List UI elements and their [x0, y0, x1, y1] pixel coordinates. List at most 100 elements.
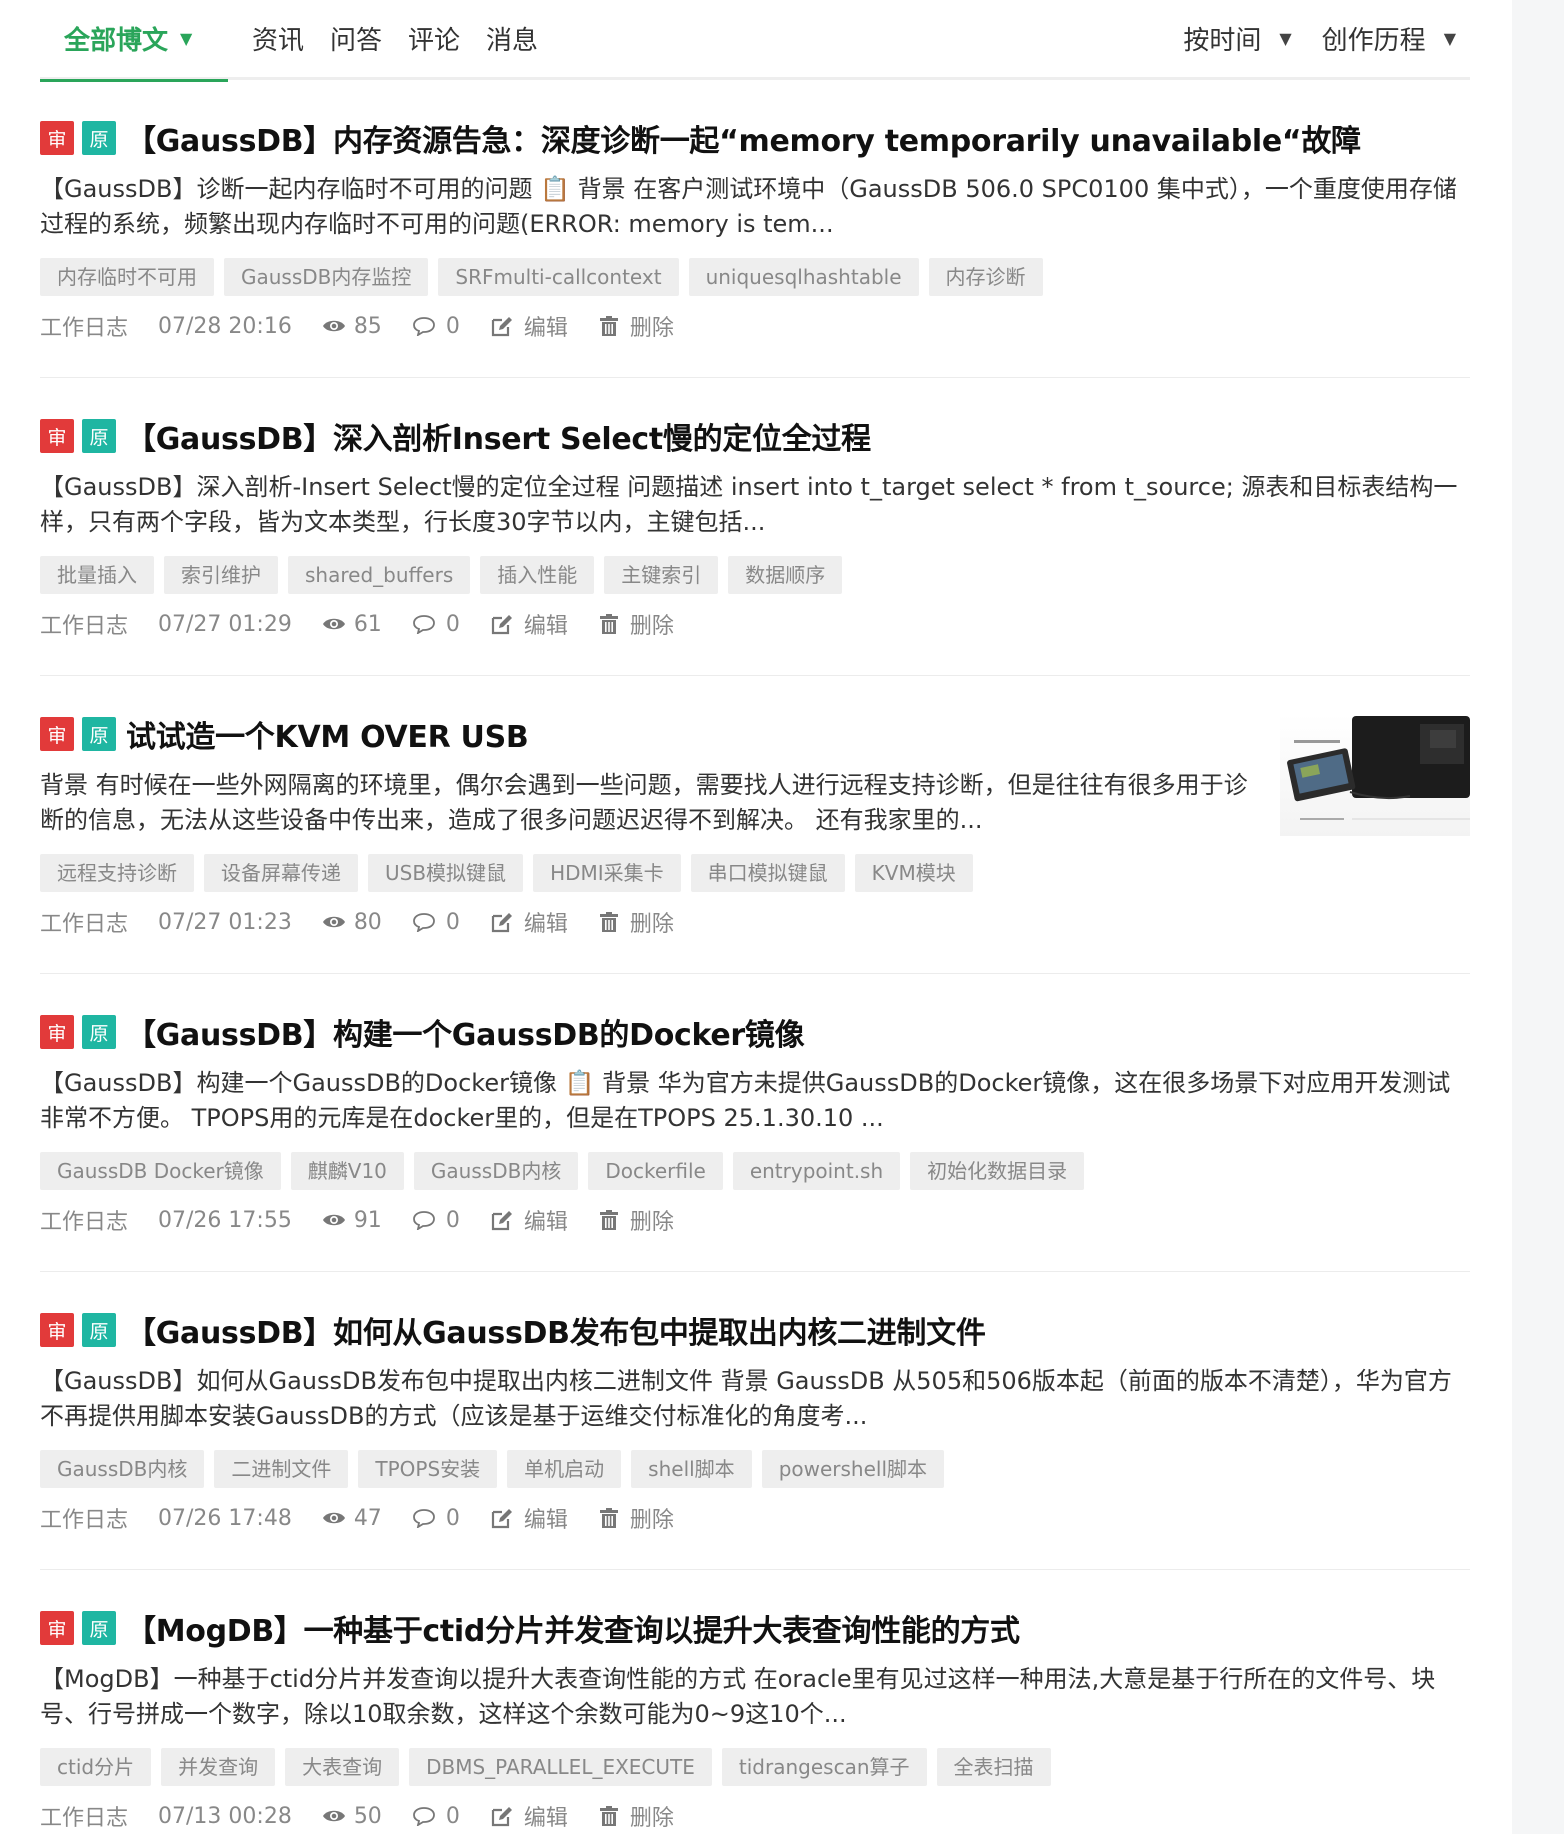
delete-label: 删除 — [629, 1508, 674, 1533]
article-tags: 批量插入 索引维护 shared_buffers 插入性能 主键索引 数据顺序 — [40, 556, 1470, 594]
tab-label: 问答 — [330, 26, 383, 56]
edit-button[interactable]: 编辑 — [490, 608, 568, 640]
page-gutter — [1512, 0, 1564, 1834]
article-title[interactable]: 【GaussDB】深入剖析Insert Select慢的定位全过程 — [126, 414, 871, 458]
tab-comments[interactable]: 评论 — [408, 0, 460, 79]
view-count-value: 50 — [353, 1803, 382, 1829]
article-title[interactable]: 【MogDB】一种基于ctid分片并发查询以提升大表查询性能的方式 — [126, 1606, 1020, 1650]
article-tag[interactable]: 二进制文件 — [214, 1450, 349, 1488]
article-tag[interactable]: GaussDB Docker镜像 — [40, 1152, 281, 1190]
article-tag[interactable]: Dockerfile — [588, 1152, 723, 1190]
edit-label: 编辑 — [523, 912, 568, 937]
article-tag[interactable]: 主键索引 — [604, 556, 719, 594]
comment-icon — [412, 1211, 435, 1230]
article-category: 工作日志 — [40, 912, 129, 937]
edit-label: 编辑 — [523, 1806, 568, 1831]
article-tag[interactable]: 麒麟V10 — [290, 1152, 404, 1190]
comment-count: 0 — [412, 910, 460, 935]
article-tag[interactable]: SRFmulti-callcontext — [438, 258, 679, 296]
article-title[interactable]: 【GaussDB】内存资源告急：深度诊断一起“memory temporaril… — [126, 116, 1361, 160]
tab-qa[interactable]: 问答 — [330, 0, 382, 79]
tab-all-posts[interactable]: 全部博文 ▼ — [40, 0, 228, 82]
article-meta: 工作日志 07/13 00:28 50 0 编辑 删除 — [40, 1796, 1470, 1834]
article-tag[interactable]: GaussDB内存监控 — [224, 258, 429, 296]
original-badge: 原 — [82, 419, 116, 453]
creation-history-dropdown[interactable]: 创作历程 ▼ — [1322, 20, 1456, 57]
trash-icon — [599, 912, 618, 932]
article-tag[interactable]: uniquesqlhashtable — [688, 258, 919, 296]
article-tag[interactable]: USB模拟键鼠 — [368, 854, 524, 892]
tab-news[interactable]: 资讯 — [252, 0, 304, 79]
view-count-value: 61 — [353, 611, 382, 637]
article-tag[interactable]: DBMS_PARALLEL_EXECUTE — [409, 1748, 712, 1786]
article-tags: GaussDB内核 二进制文件 TPOPS安装 单机启动 shell脚本 powershe… — [40, 1450, 1470, 1488]
article-tag[interactable]: TPOPS安装 — [358, 1450, 498, 1488]
article-summary: 【GaussDB】构建一个GaussDB的Docker镜像 📋 背景 华为官方未… — [40, 1069, 1451, 1132]
article-title-row: 审 原 试试造一个KVM OVER USB — [40, 712, 1470, 756]
article-tags: 远程支持诊断 设备屏幕传递 USB模拟键鼠 HDMI采集卡 串口模拟键鼠 KVM模块 — [40, 854, 1470, 892]
original-badge: 原 — [82, 121, 116, 155]
article-tag[interactable]: 索引维护 — [164, 556, 278, 594]
article-tag[interactable]: entrypoint.sh — [732, 1152, 901, 1190]
eye-icon — [322, 320, 345, 332]
article-tags: ctid分片 并发查询 大表查询 DBMS_PARALLEL_EXECUTE tidra… — [40, 1748, 1470, 1786]
article-tag[interactable]: shell脚本 — [631, 1450, 752, 1488]
article-tag[interactable]: 初始化数据目录 — [910, 1152, 1085, 1190]
article-title[interactable]: 【GaussDB】如何从GaussDB发布包中提取出内核二进制文件 — [126, 1308, 986, 1352]
edit-button[interactable]: 编辑 — [490, 1800, 568, 1832]
article-tag[interactable]: 全表扫描 — [936, 1748, 1051, 1786]
article-tag[interactable]: 插入性能 — [480, 556, 595, 594]
edit-button[interactable]: 编辑 — [490, 1502, 568, 1534]
view-count-value: 91 — [353, 1207, 382, 1233]
trash-icon — [599, 316, 618, 336]
edit-button[interactable]: 编辑 — [490, 906, 568, 938]
article-tag[interactable]: HDMI采集卡 — [533, 854, 681, 892]
article-tag[interactable]: 并发查询 — [161, 1748, 276, 1786]
delete-button[interactable]: 删除 — [598, 608, 674, 640]
article-item: 审 原 【GaussDB】如何从GaussDB发布包中提取出内核二进制文件 【G… — [40, 1272, 1470, 1570]
tab-messages[interactable]: 消息 — [486, 0, 538, 79]
sort-by-time-dropdown[interactable]: 按时间 ▼ — [1183, 20, 1291, 57]
delete-button[interactable]: 删除 — [598, 1800, 674, 1832]
delete-label: 删除 — [629, 614, 674, 639]
article-category: 工作日志 — [40, 316, 129, 341]
article-summary: 【GaussDB】诊断一起内存临时不可用的问题 📋 背景 在客户测试环境中（Ga… — [40, 175, 1457, 238]
article-tag[interactable]: GaussDB内核 — [413, 1152, 579, 1190]
article-tag[interactable]: tidrangescan算子 — [721, 1748, 927, 1786]
delete-button[interactable]: 删除 — [598, 1204, 674, 1236]
article-tag[interactable]: 单机启动 — [507, 1450, 622, 1488]
article-tag[interactable]: 批量插入 — [40, 556, 154, 594]
article-tag[interactable]: 大表查询 — [285, 1748, 400, 1786]
article-tag[interactable]: 串口模拟键鼠 — [690, 854, 845, 892]
article-tag[interactable]: 内存临时不可用 — [40, 258, 214, 296]
article-tag[interactable]: 内存诊断 — [928, 258, 1043, 296]
article-title-row: 审 原 【GaussDB】深入剖析Insert Select慢的定位全过程 — [40, 414, 1470, 458]
article-tag[interactable]: ctid分片 — [40, 1748, 152, 1786]
article-thumbnail[interactable] — [1280, 714, 1470, 836]
article-tag[interactable]: 远程支持诊断 — [40, 854, 194, 892]
article-tag[interactable]: 数据顺序 — [728, 556, 843, 594]
article-date: 07/26 17:48 — [158, 1505, 292, 1531]
delete-button[interactable]: 删除 — [598, 310, 674, 342]
view-count: 47 — [322, 1506, 382, 1531]
edit-icon — [491, 317, 512, 337]
article-summary: 背景 有时候在一些外网隔离的环境里，偶尔会遇到一些问题，需要找人进行远程支持诊断… — [40, 771, 1248, 834]
article-category: 工作日志 — [40, 614, 129, 639]
delete-button[interactable]: 删除 — [598, 1502, 674, 1534]
view-count-value: 85 — [353, 313, 382, 339]
article-title[interactable]: 【GaussDB】构建一个GaussDB的Docker镜像 — [126, 1010, 805, 1054]
article-title[interactable]: 试试造一个KVM OVER USB — [126, 712, 529, 756]
delete-button[interactable]: 删除 — [598, 906, 674, 938]
article-summary: 【GaussDB】如何从GaussDB发布包中提取出内核二进制文件 背景 Gau… — [40, 1367, 1452, 1430]
edit-button[interactable]: 编辑 — [490, 310, 568, 342]
comment-count-value: 0 — [445, 1207, 460, 1233]
article-date: 07/13 00:28 — [158, 1803, 292, 1829]
article-tag[interactable]: powershell脚本 — [761, 1450, 945, 1488]
trash-icon — [599, 1210, 618, 1230]
article-tag[interactable]: 设备屏幕传递 — [204, 854, 358, 892]
article-tag[interactable]: KVM模块 — [854, 854, 973, 892]
view-count: 91 — [322, 1208, 382, 1233]
article-tag[interactable]: GaussDB内核 — [40, 1450, 205, 1488]
edit-button[interactable]: 编辑 — [490, 1204, 568, 1236]
article-tag[interactable]: shared_buffers — [288, 556, 471, 594]
